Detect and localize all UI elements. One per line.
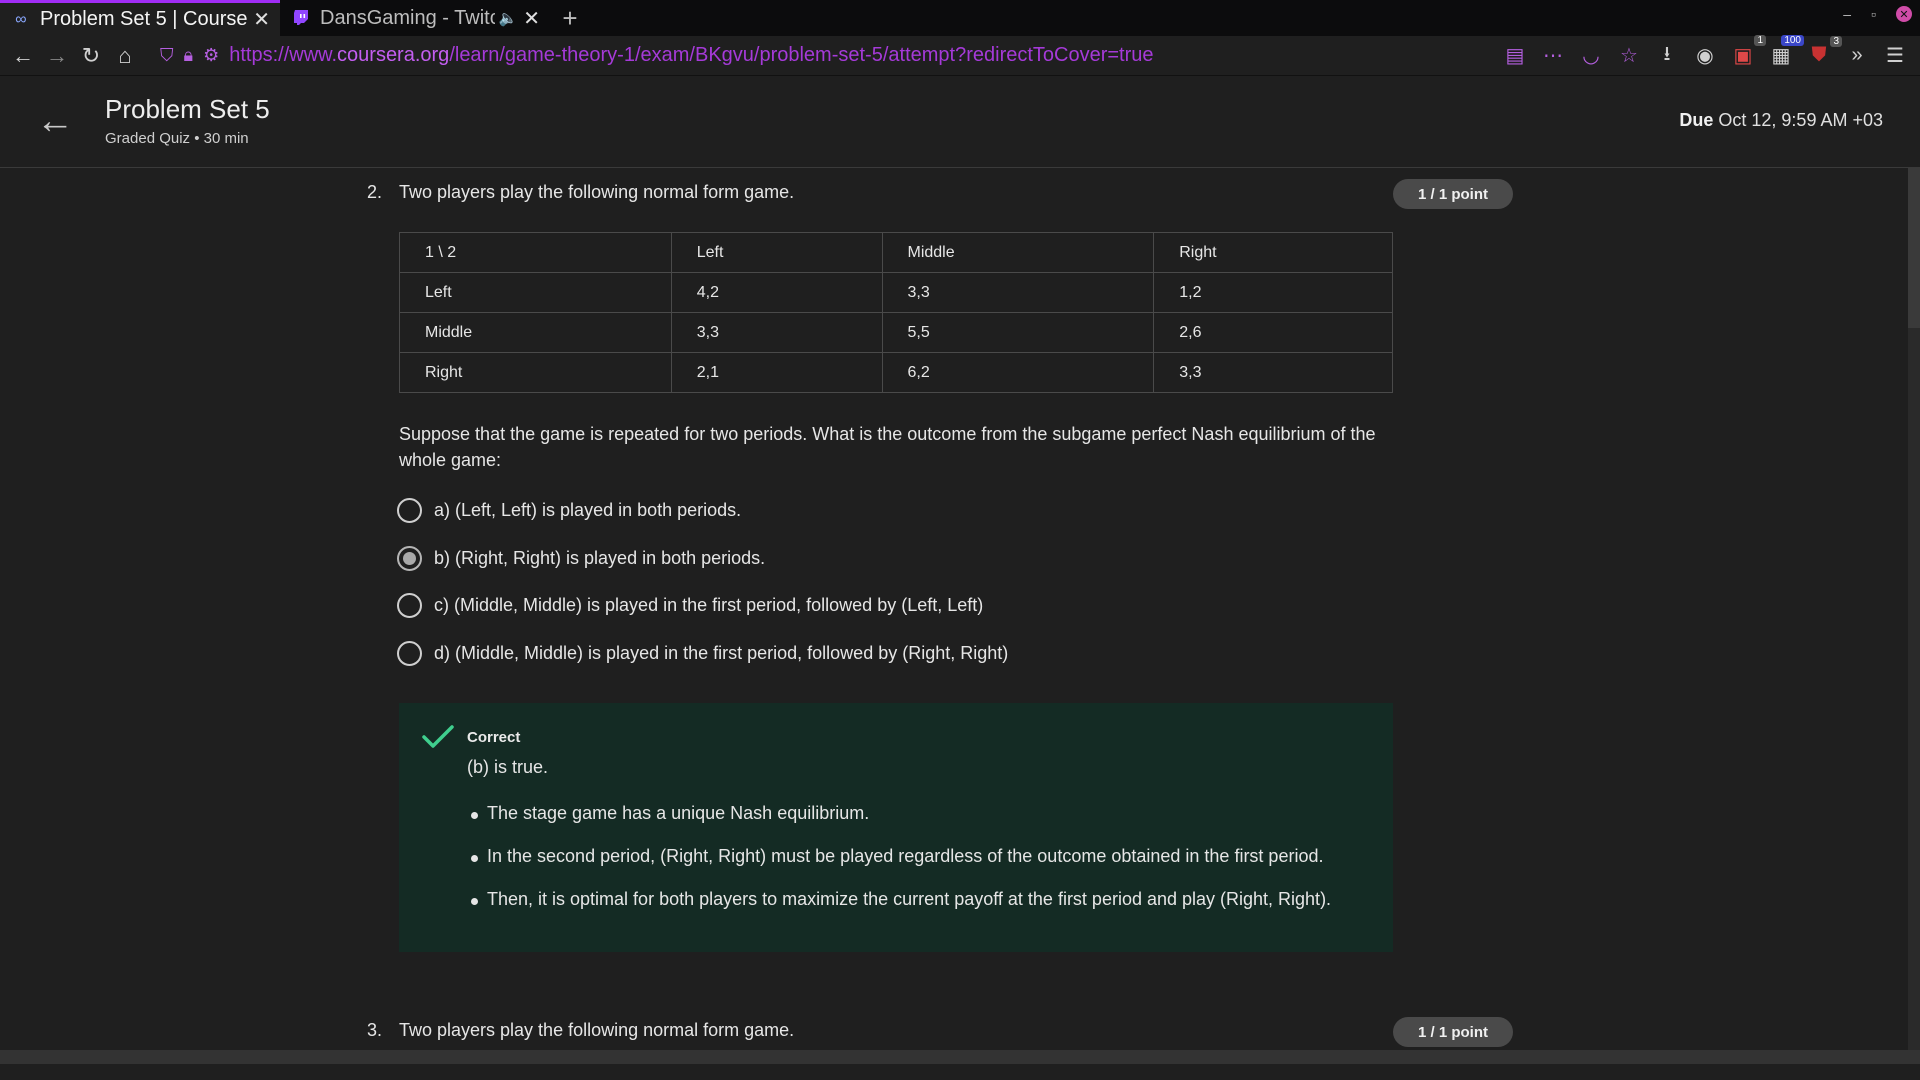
table-cell: Right bbox=[399, 352, 672, 393]
list-item: The stage game has a unique Nash equilib… bbox=[471, 803, 1331, 846]
option-a[interactable]: a) (Left, Left) is played in both period… bbox=[397, 498, 741, 523]
home-icon[interactable]: ⌂ bbox=[108, 39, 142, 73]
twitch-icon bbox=[290, 7, 312, 29]
points-badge: 1 / 1 point bbox=[1393, 179, 1513, 209]
checkmark-icon bbox=[422, 725, 454, 748]
nav-bar: ← → ↻ ⌂ ⛉ 🔒︎ ⚙ https://www.coursera.org/… bbox=[0, 35, 1920, 76]
option-label: b) (Right, Right) is played in both peri… bbox=[434, 548, 766, 568]
badge: 1 bbox=[1754, 35, 1766, 46]
shield-icon[interactable]: ⛉ bbox=[160, 45, 174, 66]
table-row: Right 2,1 6,2 3,3 bbox=[399, 352, 1393, 393]
question-prompt: Suppose that the game is repeated for tw… bbox=[399, 424, 1376, 470]
more-icon[interactable]: ⋯ bbox=[1540, 43, 1566, 68]
page-title: Problem Set 5 bbox=[105, 94, 270, 124]
badge: 3 bbox=[1830, 36, 1842, 47]
table-cell: Middle bbox=[881, 232, 1155, 273]
close-icon[interactable]: ✕ bbox=[253, 7, 270, 32]
pocket-icon[interactable]: ◡ bbox=[1578, 43, 1604, 68]
download-icon[interactable]: ⭳ bbox=[1654, 39, 1680, 73]
address-bar[interactable]: ⛉ 🔒︎ ⚙ https://www.coursera.org/learn/ga… bbox=[160, 40, 1502, 72]
option-b[interactable]: b) (Right, Right) is played in both peri… bbox=[397, 546, 765, 571]
tab-twitch[interactable]: DansGaming - Twitc 🔈 ✕ bbox=[280, 0, 550, 36]
tab-problem-set[interactable]: ∞ Problem Set 5 | Course ✕ bbox=[0, 0, 280, 36]
feedback-summary: (b) is true. bbox=[467, 757, 549, 777]
overflow-chevron-icon[interactable]: » bbox=[1844, 44, 1870, 67]
close-icon[interactable]: ✕ bbox=[523, 6, 540, 31]
table-cell: 3,3 bbox=[670, 312, 883, 353]
table-row: Middle 3,3 5,5 2,6 bbox=[399, 312, 1393, 353]
question-number: 3. bbox=[367, 1020, 383, 1040]
question-text: Two players play the following normal fo… bbox=[399, 1020, 795, 1040]
back-icon[interactable]: ← bbox=[6, 39, 40, 73]
table-cell: 4,2 bbox=[670, 272, 883, 313]
table-cell: Left bbox=[399, 272, 672, 313]
table-cell: Left bbox=[670, 232, 883, 273]
extension-icon[interactable]: ◉ bbox=[1692, 43, 1718, 68]
payoff-table: 1 \ 2 Left Middle Right Left 4,2 3,3 1,2… bbox=[399, 232, 1393, 393]
tab-bar: ∞ Problem Set 5 | Course ✕ DansGaming - … bbox=[0, 0, 1920, 36]
lock-icon[interactable]: 🔒︎ bbox=[184, 45, 194, 66]
table-header-row: 1 \ 2 Left Middle Right bbox=[399, 232, 1393, 273]
table-row: Left 4,2 3,3 1,2 bbox=[399, 272, 1393, 313]
due-date: Due Oct 12, 9:59 AM +03 bbox=[1679, 110, 1883, 130]
badge: 100 bbox=[1781, 35, 1804, 46]
table-cell: 2,6 bbox=[1153, 312, 1393, 353]
option-d[interactable]: d) (Middle, Middle) is played in the fir… bbox=[397, 641, 1008, 666]
speaker-icon[interactable]: 🔈 bbox=[499, 9, 518, 27]
window-controls: – ▫ ✕ bbox=[1843, 6, 1912, 22]
table-cell: 1 \ 2 bbox=[399, 232, 672, 273]
list-item: In the second period, (Right, Right) mus… bbox=[471, 846, 1331, 889]
new-tab-button[interactable]: + bbox=[550, 0, 590, 36]
table-cell: 3,3 bbox=[1153, 352, 1393, 393]
horizontal-scrollbar[interactable] bbox=[0, 1050, 1920, 1064]
vertical-scrollbar[interactable] bbox=[1908, 168, 1920, 1064]
option-label: c) (Middle, Middle) is played in the fir… bbox=[434, 595, 984, 615]
table-cell: 1,2 bbox=[1153, 272, 1393, 313]
points-badge: 1 / 1 point bbox=[1393, 1017, 1513, 1047]
scrollbar-thumb[interactable] bbox=[1908, 168, 1920, 328]
feedback-status: Correct bbox=[467, 729, 521, 746]
bookmark-star-icon[interactable]: ☆ bbox=[1616, 43, 1642, 68]
table-cell: 3,3 bbox=[881, 272, 1155, 313]
menu-icon[interactable]: ☰ bbox=[1882, 43, 1908, 68]
reload-icon[interactable]: ↻ bbox=[74, 39, 108, 73]
reader-view-icon[interactable]: ▤ bbox=[1502, 43, 1528, 68]
table-cell: Middle bbox=[399, 312, 672, 353]
question-text: Two players play the following normal fo… bbox=[399, 182, 795, 202]
feedback-panel: Correct (b) is true. The stage game has … bbox=[399, 703, 1393, 952]
coursera-icon: ∞ bbox=[15, 10, 27, 28]
list-item: Then, it is optimal for both players to … bbox=[471, 889, 1331, 932]
extension-red-icon[interactable]: ▣ 1 bbox=[1730, 35, 1766, 68]
question-number: 2. bbox=[367, 182, 383, 202]
radio-button[interactable] bbox=[397, 498, 422, 523]
close-window-icon[interactable]: ✕ bbox=[1896, 6, 1912, 22]
radio-button[interactable] bbox=[397, 641, 422, 666]
forward-icon[interactable]: → bbox=[40, 39, 74, 73]
extension-calendar-icon[interactable]: ▦ 100 bbox=[1768, 35, 1804, 68]
radio-button-selected[interactable] bbox=[397, 546, 422, 571]
option-label: d) (Middle, Middle) is played in the fir… bbox=[434, 643, 1009, 663]
quiz-content: 2. Two players play the following normal… bbox=[0, 168, 1920, 1064]
option-label: a) (Left, Left) is played in both period… bbox=[434, 500, 742, 520]
back-arrow-icon[interactable]: ← bbox=[36, 100, 74, 143]
page-subtitle: Graded Quiz • 30 min bbox=[105, 130, 249, 147]
ublock-icon[interactable]: ⛊ 3 bbox=[1806, 36, 1842, 67]
toolbar: ▤ ⋯ ◡ ☆ ⭳ ◉ ▣ 1 ▦ 100 ⛊ 3 » ☰ bbox=[1502, 35, 1908, 73]
table-cell: 2,1 bbox=[670, 352, 883, 393]
quiz-header: ← Problem Set 5 Graded Quiz • 30 min Due… bbox=[0, 76, 1920, 168]
table-cell: Right bbox=[1153, 232, 1393, 273]
radio-button[interactable] bbox=[397, 593, 422, 618]
tab-title: Problem Set 5 | Course bbox=[40, 8, 248, 30]
table-cell: 6,2 bbox=[881, 352, 1155, 393]
tab-title: DansGaming - Twitc bbox=[320, 6, 495, 29]
minimize-icon[interactable]: – bbox=[1843, 6, 1851, 22]
restore-icon[interactable]: ▫ bbox=[1871, 6, 1876, 22]
table-cell: 5,5 bbox=[881, 312, 1155, 353]
permissions-icon[interactable]: ⚙ bbox=[203, 45, 219, 66]
url-text[interactable]: https://www.coursera.org/learn/game-theo… bbox=[229, 44, 1153, 67]
option-c[interactable]: c) (Middle, Middle) is played in the fir… bbox=[397, 593, 983, 618]
feedback-list: The stage game has a unique Nash equilib… bbox=[471, 803, 1331, 932]
